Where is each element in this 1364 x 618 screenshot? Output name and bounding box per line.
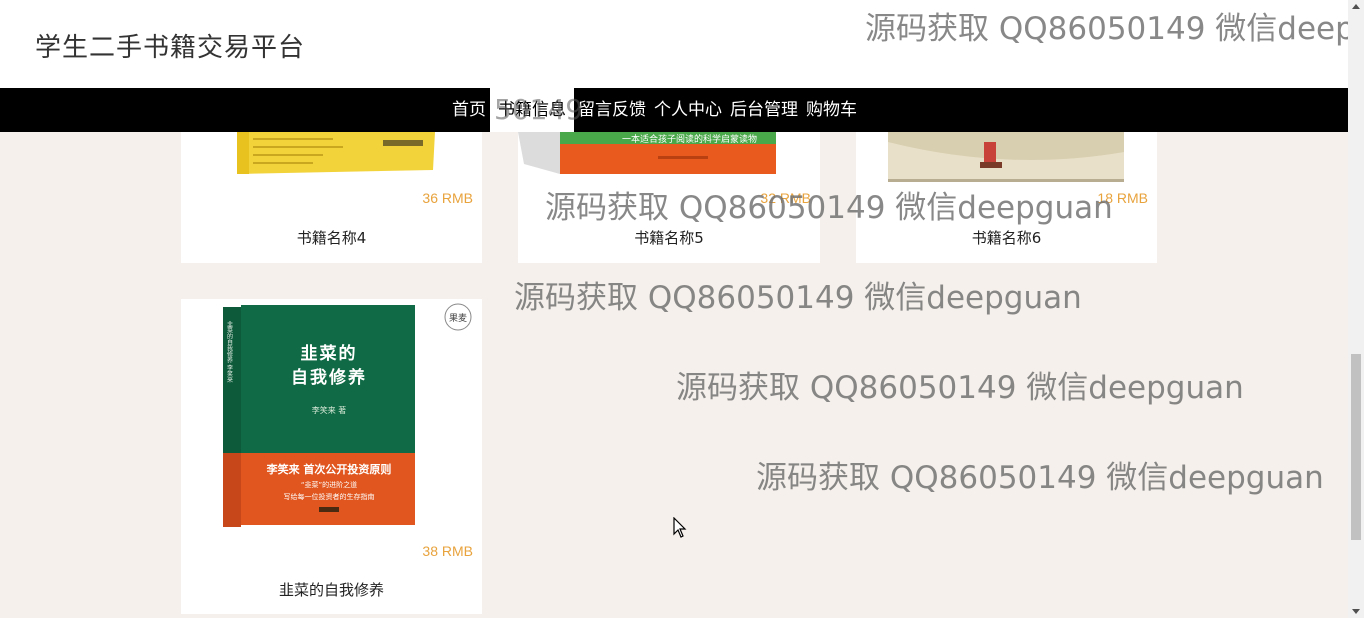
book-cover-sub2: 写给每一位投资者的生存指南 [284, 492, 375, 501]
book-cover-tagline: 李笑来 首次公开投资原则 [266, 462, 392, 476]
scroll-thumb[interactable] [1351, 354, 1361, 540]
book-name[interactable]: 书籍名称4 [181, 227, 482, 248]
book-name[interactable]: 书籍名称5 [518, 227, 820, 248]
nav-item-feedback[interactable]: 留言反馈 [574, 88, 650, 132]
book-name[interactable]: 韭菜的自我修养 [181, 579, 482, 600]
book-card[interactable]: 18 RMB 书籍名称6 [856, 132, 1157, 263]
nav-item-admin[interactable]: 后台管理 [726, 88, 802, 132]
book-cover-image[interactable] [888, 132, 1124, 182]
vertical-scrollbar[interactable] [1348, 0, 1364, 618]
book-cover-title-1: 韭菜的 [301, 343, 358, 364]
book-name[interactable]: 书籍名称6 [856, 227, 1157, 248]
watermark-text: 源码获取 QQ86050149 微信deepguan [756, 460, 1324, 496]
book-cover-title-2: 自我修养 [291, 367, 367, 388]
book-card[interactable]: 一本适合孩子阅读的科学启蒙读物 32 RMB 书籍名称5 [518, 132, 820, 263]
book-cover-image[interactable]: 一本适合孩子阅读的科学启蒙读物 [518, 132, 780, 177]
book-cover-sub1: “韭菜”的进阶之道 [301, 480, 357, 489]
book-spine-text: 韭菜的自我修养 李笑来 [226, 320, 233, 384]
nav-item-cart[interactable]: 购物车 [802, 88, 861, 132]
book-price: 18 RMB [1097, 190, 1148, 206]
nav-item-profile[interactable]: 个人中心 [650, 88, 726, 132]
book-card[interactable]: 韭菜的自我修养 李笑来 韭菜的 自我修养 李笑来 著 李笑来 首次公开投资原则 … [181, 299, 482, 614]
book-price: 36 RMB [422, 190, 473, 206]
nav-items: 首页 书籍信息 留言反馈 个人中心 后台管理 购物车 [448, 88, 861, 132]
watermark-text: 源码获取 QQ86050149 微信deepguan [676, 370, 1244, 406]
nav-item-home[interactable]: 首页 [448, 88, 490, 132]
site-header: 学生二手书籍交易平台 [0, 0, 1348, 88]
scroll-up-arrow-icon[interactable] [1352, 4, 1360, 9]
watermark-text: 源码获取 QQ86050149 微信deepguan [514, 280, 1082, 316]
site-title[interactable]: 学生二手书籍交易平台 [35, 27, 305, 64]
book-price: 32 RMB [760, 190, 811, 206]
mouse-cursor-icon [673, 517, 687, 538]
book-price: 38 RMB [422, 543, 473, 559]
book-cover-image[interactable] [233, 132, 437, 177]
book-cover-badge: 果麦 [449, 312, 467, 324]
book-card[interactable]: 36 RMB 书籍名称4 [181, 132, 482, 263]
scroll-down-arrow-icon[interactable] [1352, 609, 1360, 614]
nav-item-book-info[interactable]: 书籍信息 [490, 88, 574, 132]
book-cover-text: 一本适合孩子阅读的科学启蒙读物 [622, 133, 757, 145]
book-cover-image[interactable]: 韭菜的自我修养 李笑来 韭菜的 自我修养 李笑来 著 李笑来 首次公开投资原则 … [219, 303, 481, 533]
book-cover-author: 李笑来 著 [312, 405, 347, 415]
main-nav: 首页 书籍信息 留言反馈 个人中心 后台管理 购物车 [0, 88, 1348, 132]
